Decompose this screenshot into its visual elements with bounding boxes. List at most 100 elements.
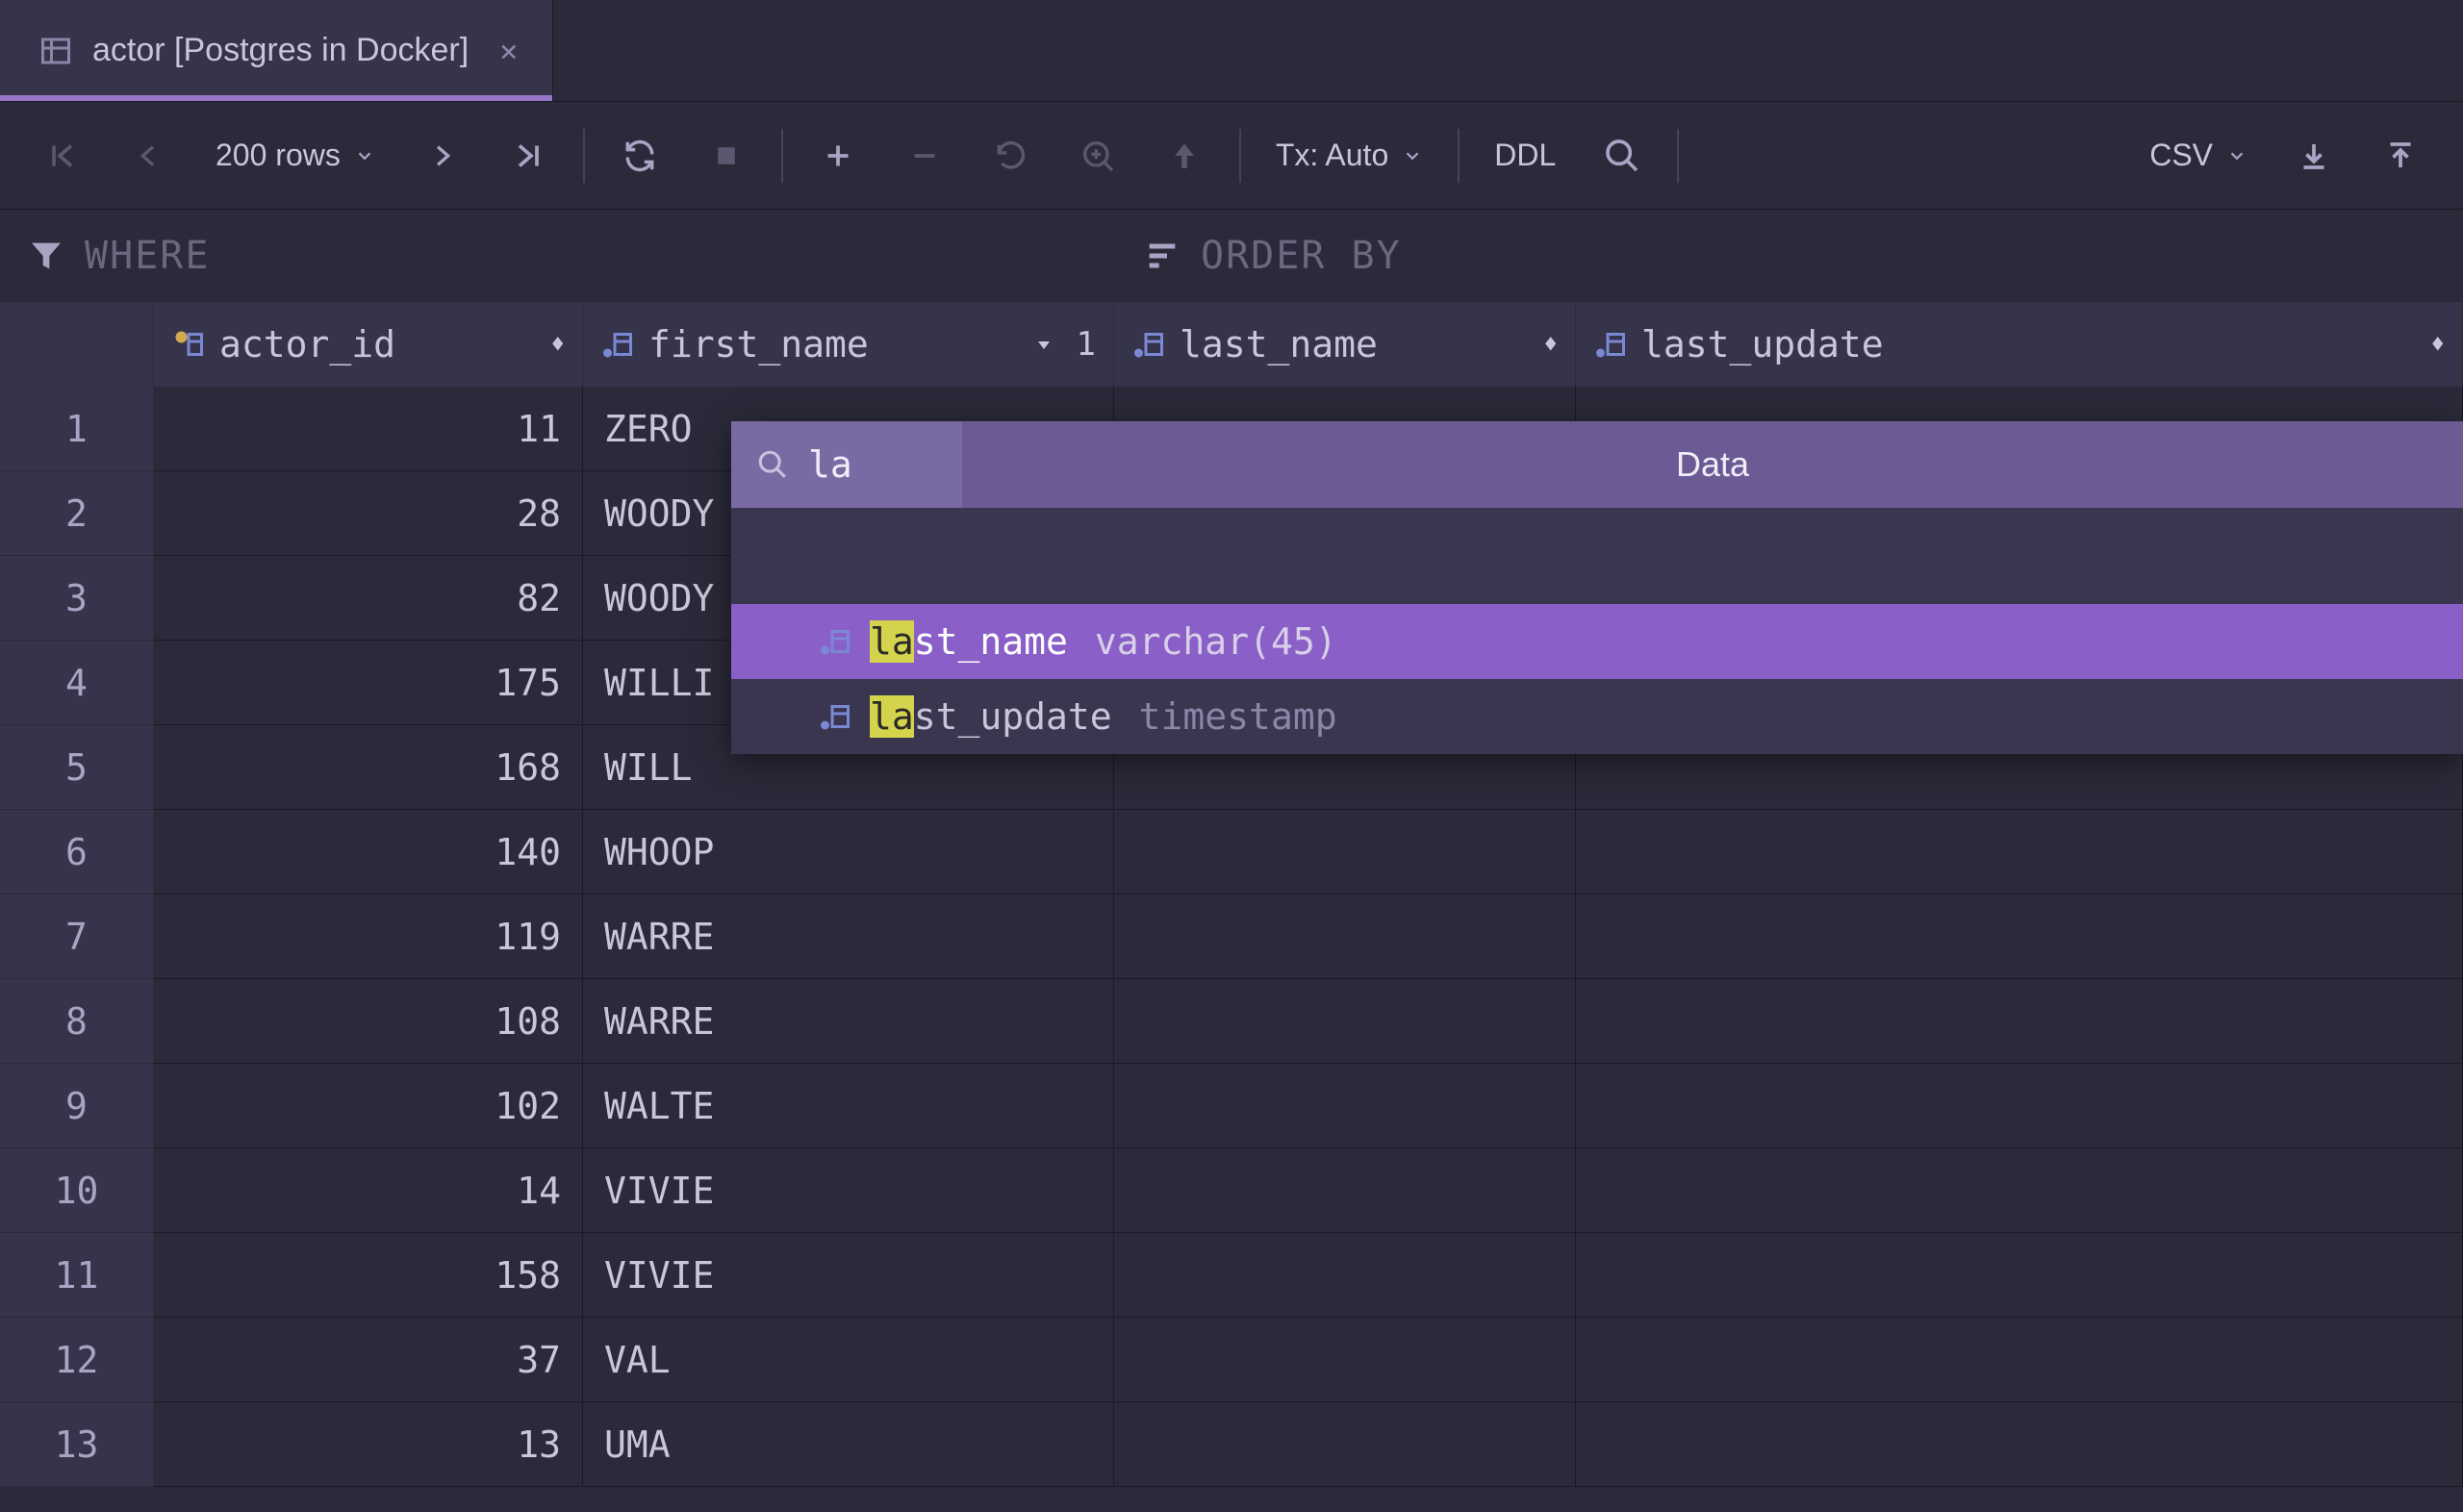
cell-last-update[interactable] [1576,1148,2463,1233]
column-headers: actor_id ♦ first_name 1 last_name ♦ last… [0,302,2463,387]
table-row[interactable]: 6 140 WHOOP [0,810,2463,895]
cell-actor-id[interactable]: 119 [154,895,583,979]
cell-actor-id[interactable]: 140 [154,810,583,895]
cell-last-update[interactable] [1576,1402,2463,1487]
ddl-button[interactable]: DDL [1471,113,1579,199]
submit-button[interactable] [1141,113,1228,199]
remove-row-button[interactable] [881,113,968,199]
where-section[interactable]: WHERE [0,210,1116,302]
row-number[interactable]: 5 [0,725,154,810]
popup-search-box[interactable] [731,421,962,508]
cell-actor-id[interactable]: 82 [154,556,583,641]
cell-first-name[interactable]: UMA [583,1402,1114,1487]
column-name: last_name [1180,323,1531,365]
preview-button[interactable] [1054,113,1141,199]
table-row[interactable]: 13 13 UMA [0,1402,2463,1487]
cell-first-name[interactable]: VAL [583,1318,1114,1402]
column-icon [818,624,852,659]
cell-last-update[interactable] [1576,1318,2463,1402]
cell-actor-id[interactable]: 168 [154,725,583,810]
cell-first-name[interactable]: VIVIE [583,1233,1114,1318]
cell-actor-id[interactable]: 108 [154,979,583,1064]
orderby-section[interactable]: ORDER BY [1116,210,2463,302]
rows-selector[interactable]: 200 rows [192,113,398,199]
row-number[interactable]: 1 [0,387,154,471]
prev-page-button[interactable] [106,113,192,199]
cell-actor-id[interactable]: 28 [154,471,583,556]
cell-actor-id[interactable]: 37 [154,1318,583,1402]
close-icon[interactable]: × [499,33,518,69]
next-page-button[interactable] [398,113,485,199]
item-name: last_update [870,695,1112,738]
first-page-button[interactable] [19,113,106,199]
last-page-button[interactable] [485,113,571,199]
cell-last-name[interactable] [1114,1148,1576,1233]
cell-actor-id[interactable]: 102 [154,1064,583,1148]
cell-last-name[interactable] [1114,1233,1576,1318]
row-number[interactable]: 9 [0,1064,154,1148]
cell-actor-id[interactable]: 13 [154,1402,583,1487]
cell-actor-id[interactable]: 14 [154,1148,583,1233]
cell-first-name[interactable]: WARRE [583,895,1114,979]
autocomplete-item[interactable]: last_name varchar(45) [731,604,2463,679]
tx-mode-selector[interactable]: Tx: Auto [1253,113,1446,199]
tab-title: actor [Postgres in Docker] [92,32,469,69]
table-row[interactable]: 11 158 VIVIE [0,1233,2463,1318]
upload-button[interactable] [2357,113,2444,199]
cell-last-name[interactable] [1114,1402,1576,1487]
table-row[interactable]: 7 119 WARRE [0,895,2463,979]
chevron-down-icon [1402,145,1423,166]
row-number[interactable]: 4 [0,641,154,725]
column-icon [600,327,635,362]
row-number[interactable]: 2 [0,471,154,556]
column-header-last-name[interactable]: last_name ♦ [1114,302,1576,387]
editor-tab[interactable]: actor [Postgres in Docker] × [0,0,553,101]
cell-last-name[interactable] [1114,810,1576,895]
row-number[interactable]: 13 [0,1402,154,1487]
cell-first-name[interactable]: VIVIE [583,1148,1114,1233]
column-header-actor-id[interactable]: actor_id ♦ [154,302,583,387]
cell-actor-id[interactable]: 175 [154,641,583,725]
cell-last-name[interactable] [1114,979,1576,1064]
column-header-first-name[interactable]: first_name 1 [583,302,1114,387]
row-number-header[interactable] [0,302,154,387]
cell-last-name[interactable] [1114,1318,1576,1402]
row-number[interactable]: 7 [0,895,154,979]
cell-first-name[interactable]: WHOOP [583,810,1114,895]
cell-last-name[interactable] [1114,895,1576,979]
row-number[interactable]: 8 [0,979,154,1064]
table-row[interactable]: 8 108 WARRE [0,979,2463,1064]
refresh-button[interactable] [597,113,683,199]
row-number[interactable]: 11 [0,1233,154,1318]
cell-first-name[interactable]: WARRE [583,979,1114,1064]
add-row-button[interactable] [795,113,881,199]
table-row[interactable]: 10 14 VIVIE [0,1148,2463,1233]
export-format-selector[interactable]: CSV [2126,113,2271,199]
cell-first-name[interactable]: WALTE [583,1064,1114,1148]
popup-tab-data[interactable]: Data [962,421,2463,508]
row-number[interactable]: 6 [0,810,154,895]
ddl-label: DDL [1494,138,1556,173]
cell-last-update[interactable] [1576,1064,2463,1148]
table-row[interactable]: 12 37 VAL [0,1318,2463,1402]
cell-last-name[interactable] [1114,1064,1576,1148]
revert-button[interactable] [968,113,1054,199]
autocomplete-item[interactable]: last_update timestamp [731,679,2463,754]
column-header-last-update[interactable]: last_update ♦ [1576,302,2463,387]
search-button[interactable] [1579,113,1665,199]
stop-button[interactable] [683,113,770,199]
cell-last-update[interactable] [1576,895,2463,979]
search-input[interactable] [808,443,904,486]
cell-last-update[interactable] [1576,979,2463,1064]
cell-last-update[interactable] [1576,1233,2463,1318]
row-number[interactable]: 12 [0,1318,154,1402]
download-button[interactable] [2271,113,2357,199]
row-number[interactable]: 3 [0,556,154,641]
filter-bar: WHERE ORDER BY [0,210,2463,302]
row-number[interactable]: 10 [0,1148,154,1233]
cell-last-update[interactable] [1576,810,2463,895]
table-row[interactable]: 9 102 WALTE [0,1064,2463,1148]
cell-actor-id[interactable]: 11 [154,387,583,471]
cell-actor-id[interactable]: 158 [154,1233,583,1318]
export-label: CSV [2149,138,2213,173]
